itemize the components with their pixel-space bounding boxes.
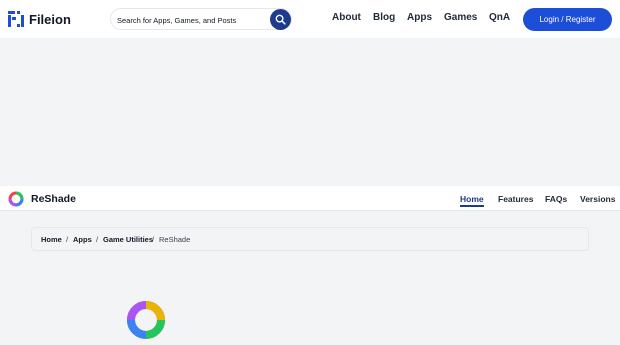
- nav-blog[interactable]: Blog: [373, 12, 395, 23]
- fileion-logo-icon: [8, 11, 24, 27]
- breadcrumb-apps[interactable]: Apps: [73, 235, 92, 244]
- breadcrumb-separator: /: [152, 235, 155, 244]
- search-input[interactable]: [117, 12, 267, 28]
- app-name: ReShade: [31, 193, 76, 205]
- search-bar: [110, 8, 292, 30]
- nav-games[interactable]: Games: [444, 12, 477, 23]
- tab-versions[interactable]: Versions: [580, 194, 615, 204]
- tab-features[interactable]: Features: [498, 194, 533, 204]
- breadcrumb-game-utilities[interactable]: Game Utilities: [103, 235, 153, 244]
- nav-about[interactable]: About: [332, 12, 361, 23]
- breadcrumb-separator: /: [66, 235, 69, 244]
- brand[interactable]: Fileion: [8, 10, 71, 28]
- search-icon: [275, 14, 286, 25]
- tab-home[interactable]: Home: [460, 194, 484, 207]
- nav-apps[interactable]: Apps: [407, 12, 432, 23]
- app-header: ReShade Home Features FAQs Versions: [0, 186, 620, 211]
- reshade-logo-icon: [8, 191, 24, 207]
- tab-faqs[interactable]: FAQs: [545, 194, 567, 204]
- breadcrumb-home[interactable]: Home: [41, 235, 62, 244]
- nav-qna[interactable]: QnA: [489, 12, 510, 23]
- search-button[interactable]: [270, 9, 291, 30]
- top-header: Fileion About Blog Apps Games QnA Login …: [0, 0, 620, 38]
- breadcrumb-current: ReShade: [159, 235, 191, 244]
- login-register-button[interactable]: Login / Register: [523, 8, 612, 31]
- reshade-large-logo-icon: [127, 301, 165, 339]
- app-main-logo: [126, 300, 166, 340]
- breadcrumb: Home / Apps / Game Utilities / ReShade: [31, 227, 589, 251]
- brand-name: Fileion: [29, 11, 71, 27]
- breadcrumb-separator: /: [96, 235, 99, 244]
